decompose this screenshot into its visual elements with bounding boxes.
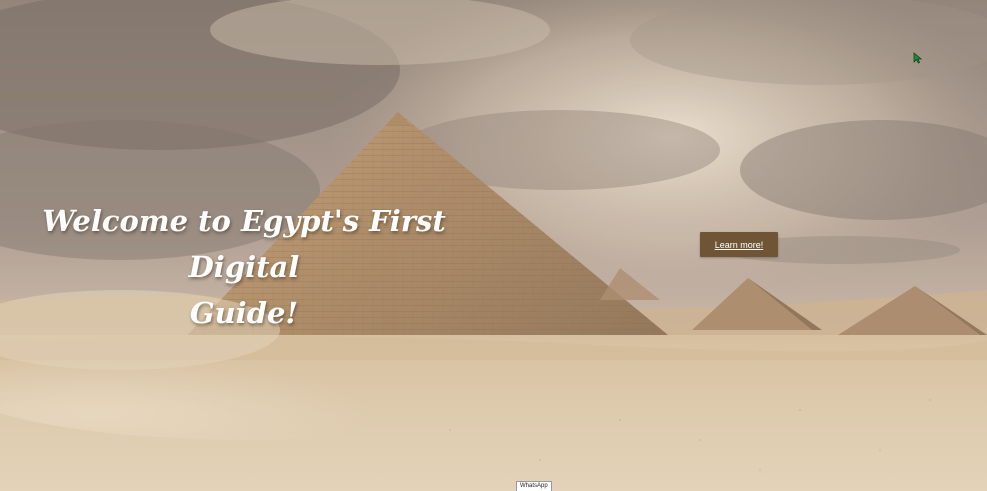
whatsapp-tooltip[interactable]: WhatsApp [516,481,552,491]
hero-title-line-2: Guide! [189,296,299,330]
learn-more-button[interactable]: Learn more! [700,232,778,257]
hero-section: Welcome to Egypt's First Digital Guide! … [0,0,987,491]
hero-title: Welcome to Egypt's First Digital Guide! [30,198,458,336]
mouse-pointer-icon [913,52,923,64]
hero-title-line-1: Welcome to Egypt's First Digital [42,204,446,284]
